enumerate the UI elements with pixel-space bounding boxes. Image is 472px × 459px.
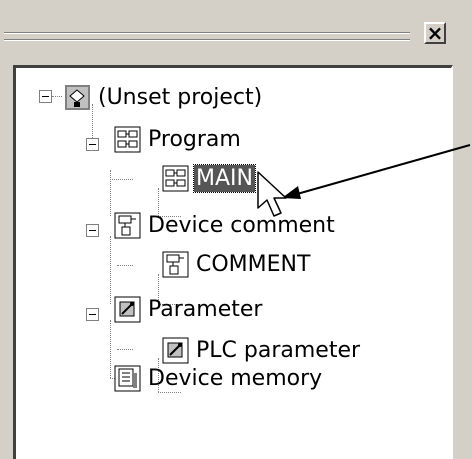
parameter-icon bbox=[162, 337, 189, 364]
tree-node-label: (Unset project) bbox=[98, 85, 263, 110]
tree-connector bbox=[110, 320, 111, 378]
close-icon: × bbox=[426, 21, 444, 45]
device-comment-collapse-toggle[interactable] bbox=[86, 224, 99, 237]
tree-connector bbox=[110, 170, 111, 216]
panel-title-grip[interactable] bbox=[4, 32, 410, 42]
device-comment-icon bbox=[114, 212, 141, 239]
close-button[interactable]: × bbox=[424, 22, 446, 44]
program-icon bbox=[162, 165, 189, 192]
program-icon bbox=[114, 126, 141, 153]
tree-node-label: Parameter bbox=[148, 297, 263, 322]
tree-node-label: COMMENT bbox=[196, 252, 311, 277]
device-memory-icon bbox=[114, 365, 141, 392]
tree-connector bbox=[158, 392, 181, 393]
tree-connector bbox=[110, 236, 111, 304]
tree-connector bbox=[117, 265, 133, 266]
tree-connector bbox=[92, 104, 93, 138]
project-icon bbox=[65, 85, 90, 110]
tree-node-label: MAIN bbox=[193, 164, 256, 193]
device-comment-icon bbox=[162, 251, 189, 278]
tree-node-label: Program bbox=[148, 127, 241, 152]
parameter-collapse-toggle[interactable] bbox=[86, 308, 99, 321]
project-panel: × (Unset project) Program MAIN Device co… bbox=[0, 0, 472, 459]
project-tree[interactable]: (Unset project) Program MAIN Device comm… bbox=[13, 65, 453, 459]
parameter-icon bbox=[114, 296, 141, 323]
program-collapse-toggle[interactable] bbox=[86, 138, 99, 151]
tree-connector bbox=[52, 96, 62, 97]
tree-node-label: PLC parameter bbox=[196, 338, 361, 363]
root-collapse-toggle[interactable] bbox=[39, 90, 52, 103]
tree-connector bbox=[110, 179, 133, 180]
tree-node-label: Device comment bbox=[148, 213, 335, 238]
tree-connector bbox=[117, 349, 133, 350]
tree-node-label: Device memory bbox=[148, 366, 323, 391]
